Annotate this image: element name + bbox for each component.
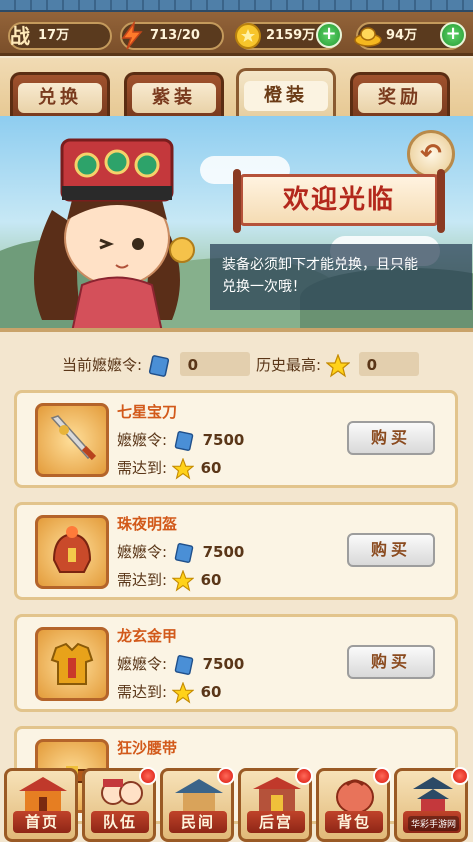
notification-badge (139, 767, 157, 785)
back-button[interactable]: ↶ (407, 130, 455, 178)
token-book-icon (148, 354, 169, 377)
history-high-row: 历史最高: 0 (256, 352, 419, 378)
tab-bar: 兑换 紫装 橙装 奖励 (0, 58, 473, 116)
power-value: 17万 (38, 28, 70, 43)
bottom-navigation: 首页 队伍 民间 后宫 背包 华彩手游网 (0, 764, 473, 842)
roof-decoration (0, 0, 473, 12)
current-token-value: 0 (179, 352, 250, 376)
token-book-icon (174, 654, 194, 675)
tab-purple-gear[interactable]: 紫装 (124, 72, 224, 116)
item-name: 七星宝刀 (117, 403, 178, 421)
stamina-counter: 713/20 (120, 21, 224, 50)
coin-icon (232, 20, 264, 52)
ingot-counter: 94万 + (354, 22, 466, 50)
temple-icon (413, 777, 453, 813)
team-icon (101, 779, 143, 805)
shop-item: 珠夜明盔 嬷嬷令: 7500 需达到: 60 购买 (14, 502, 458, 600)
welcome-sign: 欢迎光临 (233, 169, 445, 233)
add-coins-button[interactable]: + (316, 22, 342, 48)
buy-button[interactable]: 购买 (347, 533, 435, 567)
nav-bag[interactable]: 背包 (316, 767, 391, 842)
nav-temple[interactable]: 华彩手游网 (394, 767, 469, 842)
star-icon (325, 353, 350, 377)
war-power-icon: 战 (10, 24, 30, 48)
back-arrow-icon: ↶ (420, 139, 442, 169)
lightning-icon (116, 20, 148, 52)
notification-badge (295, 767, 313, 785)
history-high-value: 0 (358, 352, 419, 376)
welcome-banner: ↶ 欢迎光临 装备必须卸下才能兑换，且只能 兑换一次哦！ (0, 116, 473, 332)
token-book-icon (174, 430, 194, 451)
buy-button[interactable]: 购买 (347, 645, 435, 679)
item-cost: 嬷嬷令: 7500 (117, 429, 244, 452)
current-token-row: 当前嬷嬷令: 0 (62, 352, 250, 378)
item-requirement: 需达到: 60 (117, 457, 222, 480)
item-name: 龙玄金甲 (117, 627, 178, 645)
item-name: 珠夜明盔 (117, 515, 178, 533)
watermark: 华彩手游网 (407, 816, 459, 831)
stamina-value: 713/20 (150, 28, 200, 43)
star-icon (171, 457, 194, 479)
bag-icon (336, 779, 374, 814)
token-book-icon (174, 542, 194, 563)
notification-badge (373, 767, 391, 785)
harem-gate-icon (253, 777, 301, 811)
tab-orange-gear[interactable]: 橙装 (236, 68, 336, 116)
nav-harem[interactable]: 后宫 (238, 767, 313, 842)
helmet-icon (35, 515, 109, 589)
buy-button[interactable]: 购买 (347, 421, 435, 455)
item-requirement: 需达到: 60 (117, 569, 222, 592)
nav-home[interactable]: 首页 (4, 768, 78, 842)
item-cost: 嬷嬷令: 7500 (117, 541, 244, 564)
folk-house-icon (175, 779, 223, 811)
item-requirement: 需达到: 60 (117, 681, 222, 704)
nav-team[interactable]: 队伍 (82, 767, 157, 842)
shop-item: 龙玄金甲 嬷嬷令: 7500 需达到: 60 购买 (14, 614, 458, 712)
coin-value: 2159万 (266, 28, 316, 43)
coin-counter: 2159万 + (235, 22, 342, 50)
shop-item: 七星宝刀 嬷嬷令: 7500 需达到: 60 购买 (14, 390, 458, 488)
nav-folk[interactable]: 民间 (160, 767, 235, 842)
hero-character-illustration (34, 138, 195, 328)
ingot-value: 94万 (386, 28, 418, 43)
add-ingots-button[interactable]: + (440, 22, 466, 48)
item-cost: 嬷嬷令: 7500 (117, 653, 244, 676)
tab-exchange[interactable]: 兑换 (10, 72, 110, 116)
resource-bar: 战 17万 713/20 2159万 + 94万 + (0, 0, 473, 56)
notification-badge (217, 767, 235, 785)
power-counter: 战 17万 (8, 22, 112, 50)
star-icon (171, 569, 194, 591)
gold-ingot-icon (352, 20, 384, 52)
notification-badge (451, 767, 469, 785)
tab-rewards[interactable]: 奖励 (350, 72, 450, 116)
sword-icon (35, 403, 109, 477)
palace-icon (19, 777, 67, 811)
item-name: 狂沙腰带 (117, 739, 178, 757)
exchange-notice: 装备必须卸下才能兑换，且只能 兑换一次哦！ (210, 244, 472, 310)
star-icon (171, 681, 194, 703)
armor-icon (35, 627, 109, 701)
